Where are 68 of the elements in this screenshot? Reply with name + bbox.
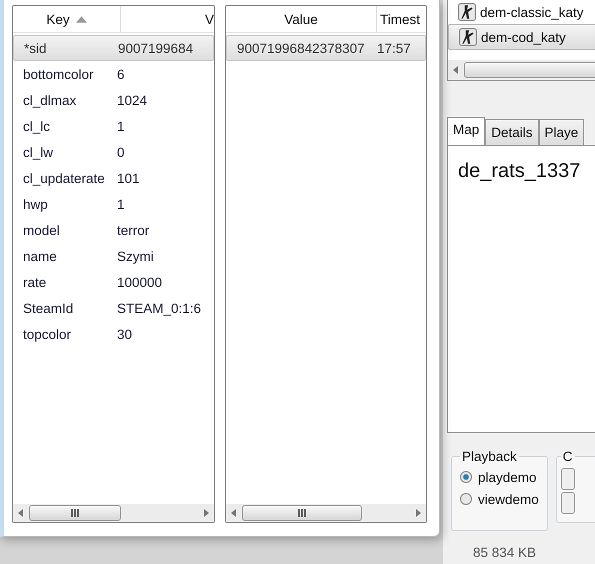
demo-item[interactable]: dem-classic_katy — [448, 0, 595, 24]
column-header[interactable]: Key — [13, 6, 121, 32]
column-header[interactable]: Value — [226, 6, 377, 32]
table-cell-text: hwp — [22, 196, 49, 212]
table-cell-text: cl_lc — [22, 118, 52, 134]
table-cell-text: cl_lw — [22, 144, 54, 160]
table-row[interactable]: name Szymi — [13, 243, 214, 269]
table-row[interactable]: *sid 9007199684 — [13, 35, 214, 61]
figure-icon — [458, 3, 476, 21]
horizontal-scrollbar[interactable] — [226, 504, 426, 522]
table-cell-text: rate — [22, 274, 48, 290]
table-cell-text: model — [22, 222, 61, 238]
table-cell-text: *sid — [23, 40, 48, 56]
table-row[interactable]: model terror — [13, 217, 214, 243]
table-cell: 1 — [117, 196, 125, 212]
left-arrow-icon[interactable] — [453, 66, 459, 74]
toolbar-button[interactable] — [560, 468, 575, 490]
table-row[interactable]: cl_lw 0 — [13, 139, 214, 165]
map-name: de_rats_1337 — [458, 160, 580, 182]
tab[interactable]: Map — [447, 117, 486, 145]
radio-option[interactable]: viewdemo — [460, 488, 539, 510]
table-cell: Szymi — [117, 248, 154, 264]
table-cell-text: cl_updaterate — [22, 170, 106, 186]
table-cell: 17:57 — [377, 40, 411, 56]
figure-icon — [459, 28, 477, 46]
table-cell: 6 — [117, 66, 125, 82]
grip-icon — [70, 509, 80, 517]
radio-option[interactable]: playdemo — [460, 466, 539, 488]
table-cell: 0 — [117, 144, 125, 160]
horizontal-scrollbar[interactable] — [448, 60, 595, 80]
table-cell: 101 — [117, 170, 140, 186]
horizontal-scrollbar[interactable] — [13, 504, 214, 522]
table-cell: 9007199684 — [118, 40, 194, 56]
table-row[interactable]: cl_lc 1 — [13, 113, 214, 139]
tab[interactable]: Playe — [538, 119, 584, 145]
table-row[interactable]: cl_dlmax 1024 — [13, 87, 214, 113]
table-row[interactable]: bottomcolor 6 — [13, 61, 214, 87]
table-cell: 1024 — [117, 92, 148, 108]
table-cell: 30 — [117, 326, 132, 342]
table-row[interactable]: topcolor 30 — [13, 321, 214, 347]
toolbar-button[interactable] — [560, 492, 575, 514]
table-cell-text: topcolor — [22, 326, 72, 342]
table-cell-text: SteamId — [22, 300, 74, 316]
table-row[interactable]: hwp 1 — [13, 191, 214, 217]
group-title: Playback — [461, 449, 518, 464]
table-cell: terror — [117, 222, 150, 238]
column-header[interactable]: Timest — [377, 6, 426, 32]
table-cell-text: bottomcolor — [22, 66, 95, 82]
table-cell: 1 — [117, 118, 125, 134]
column-header[interactable]: V — [121, 6, 214, 32]
table-row[interactable]: 90071996842378307 17:57 — [226, 35, 426, 61]
tab[interactable]: Details — [485, 119, 539, 145]
table-row[interactable]: cl_updaterate 101 — [13, 165, 214, 191]
table-row[interactable]: SteamId STEAM_0:1:6 — [13, 295, 214, 321]
demo-item[interactable]: dem-cod_katy — [448, 24, 595, 50]
table-cell-text: cl_dlmax — [22, 92, 78, 108]
table-row[interactable]: rate 100000 — [13, 269, 214, 295]
left-arrow-icon[interactable] — [231, 509, 237, 517]
file-size: 85 834 KB — [473, 545, 538, 560]
right-arrow-icon[interactable] — [203, 509, 209, 517]
table-cell-text: name — [22, 248, 58, 264]
table-cell-text: 90071996842378307 — [236, 40, 366, 56]
grip-icon — [298, 509, 306, 517]
right-arrow-icon[interactable] — [415, 509, 421, 517]
left-arrow-icon[interactable] — [18, 509, 24, 517]
table-cell: 100000 — [117, 274, 162, 290]
table-cell: STEAM_0:1:6 — [117, 300, 202, 316]
group-title: C — [562, 449, 574, 464]
